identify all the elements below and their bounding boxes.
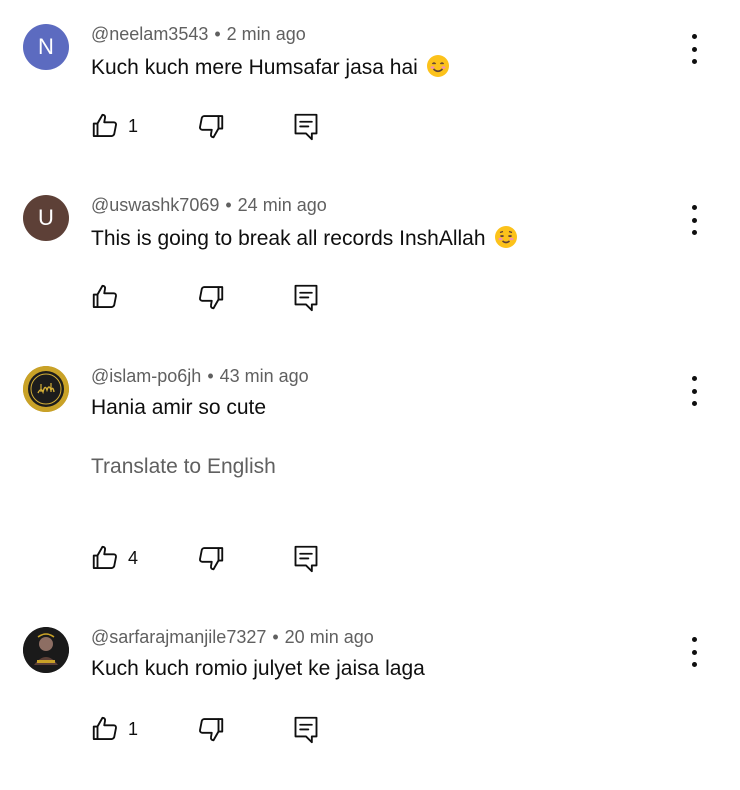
like-button[interactable]: 1 [90, 111, 138, 141]
comment-author[interactable]: @islam-po6jh [91, 366, 201, 386]
avatar[interactable]: U [23, 195, 69, 241]
like-count: 1 [128, 115, 139, 136]
thumbs-down-icon [199, 718, 224, 742]
comment-text-content: Hania amir so cute [91, 396, 267, 419]
meta-separator: • [225, 195, 232, 215]
reply-button[interactable] [292, 111, 320, 143]
reply-button[interactable] [292, 714, 320, 746]
avatar-letter: U [38, 205, 54, 230]
reply-button[interactable] [292, 543, 320, 575]
comment-meta: @islam-po6jh • 43 min ago [91, 366, 309, 387]
like-button[interactable]: 1 [90, 714, 138, 744]
dislike-button[interactable] [196, 111, 226, 141]
comment-meta: @uswashk7069 • 24 min ago [91, 195, 327, 216]
comment-actions: 1 [0, 111, 740, 143]
thumbs-down-icon [199, 115, 224, 139]
comment-text: Hania amir so cute [91, 396, 266, 420]
meta-separator: • [272, 627, 279, 647]
comment-menu-button[interactable] [683, 376, 705, 406]
smiling-face-icon [426, 54, 450, 84]
dislike-button[interactable] [196, 714, 226, 744]
like-button[interactable]: 4 [90, 543, 138, 573]
comment-menu-button[interactable] [683, 205, 705, 235]
meta-separator: • [207, 366, 214, 386]
comment-author[interactable]: @neelam3543 [91, 24, 208, 44]
translate-link[interactable]: Translate to English [91, 455, 276, 479]
like-count: 4 [128, 547, 139, 568]
relieved-face-icon [494, 225, 518, 255]
calligraphy-emblem-icon [23, 366, 69, 412]
thumbs-down-icon [199, 547, 224, 571]
comment-meta: @sarfarajmanjile7327 • 20 min ago [91, 627, 374, 648]
comment-text: Kuch kuch mere Humsafar jasa hai [91, 54, 450, 84]
comment-actions: 4 [0, 543, 740, 575]
meta-separator: • [214, 24, 221, 44]
comment-menu-button[interactable] [683, 637, 705, 667]
dislike-button[interactable] [196, 543, 226, 573]
avatar-letter: N [38, 34, 54, 59]
reply-icon [294, 113, 318, 141]
comment-menu-button[interactable] [683, 34, 705, 64]
comment-text-content: This is going to break all records InshA… [91, 227, 486, 250]
reply-icon [294, 716, 318, 744]
thumbs-up-icon [92, 545, 117, 569]
like-count: 1 [128, 718, 139, 739]
comment-meta: @neelam3543 • 2 min ago [91, 24, 306, 45]
comment-author[interactable]: @sarfarajmanjile7327 [91, 627, 266, 647]
reply-icon [294, 545, 318, 573]
comment-time[interactable]: 43 min ago [220, 366, 309, 386]
like-button[interactable] [90, 282, 128, 312]
comment-text: Kuch kuch romio julyet ke jaisa laga [91, 657, 425, 681]
reply-icon [294, 284, 318, 312]
comment-text: This is going to break all records InshA… [91, 225, 518, 255]
avatar[interactable] [23, 627, 69, 673]
thumbs-down-icon [199, 286, 224, 310]
avatar[interactable] [23, 366, 69, 412]
comment-time[interactable]: 2 min ago [227, 24, 306, 44]
comment-actions: 1 [0, 714, 740, 746]
thumbs-up-icon [92, 716, 117, 740]
comment-time[interactable]: 24 min ago [238, 195, 327, 215]
comment-time[interactable]: 20 min ago [285, 627, 374, 647]
comment-text-content: Kuch kuch mere Humsafar jasa hai [91, 56, 418, 79]
thumbs-up-icon [92, 284, 117, 308]
avatar[interactable]: N [23, 24, 69, 70]
profile-photo-icon [23, 627, 69, 673]
reply-button[interactable] [292, 282, 320, 314]
thumbs-up-icon [92, 113, 117, 137]
dislike-button[interactable] [196, 282, 226, 312]
comment-actions [0, 282, 740, 314]
comment-author[interactable]: @uswashk7069 [91, 195, 219, 215]
comment-text-content: Kuch kuch romio julyet ke jaisa laga [91, 657, 425, 680]
